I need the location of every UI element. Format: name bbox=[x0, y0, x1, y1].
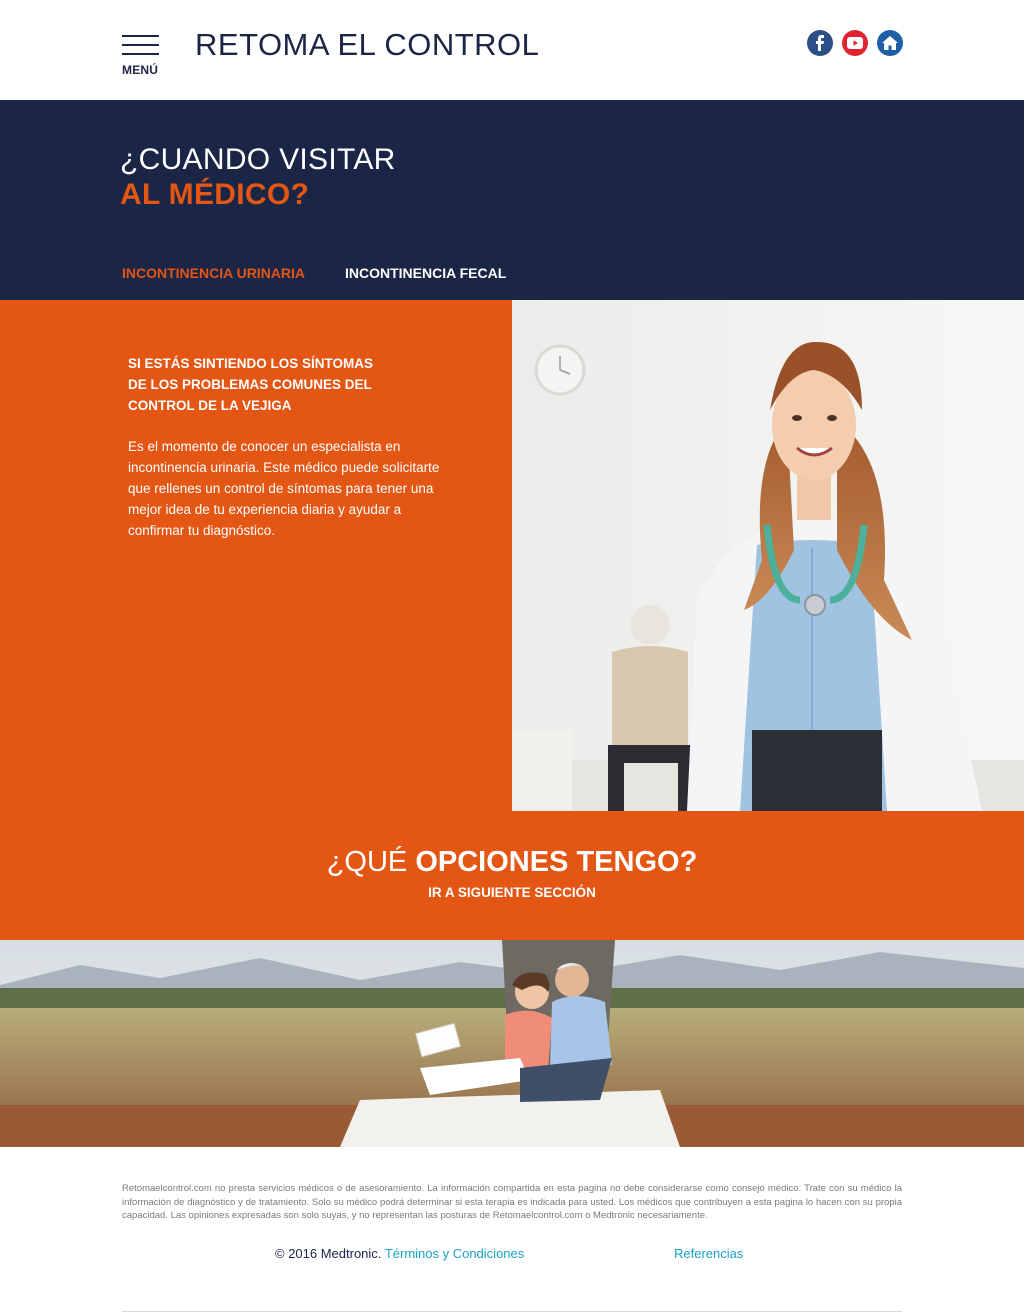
copyright-text: © 2016 Medtronic. bbox=[275, 1246, 382, 1261]
content-body: Es el momento de conocer un especialista… bbox=[128, 439, 440, 538]
menu-button[interactable]: MENÚ bbox=[122, 35, 160, 81]
disclaimer-text: Retomaelcontrol.com no presta servicios … bbox=[122, 1183, 902, 1221]
terms-link[interactable]: Términos y Condiciones bbox=[385, 1246, 524, 1261]
menu-label: MENÚ bbox=[122, 63, 159, 77]
home-icon[interactable] bbox=[877, 30, 903, 56]
heading-line: SI ESTÁS SINTIENDO LOS SÍNTOMAS bbox=[128, 356, 374, 371]
references-link[interactable]: Referencias bbox=[674, 1246, 743, 1261]
cta-title-light: ¿QUÉ bbox=[326, 846, 408, 878]
hamburger-line bbox=[122, 53, 159, 55]
facebook-icon[interactable] bbox=[807, 30, 833, 56]
next-section-title[interactable]: ¿QUÉ OPCIONES TENGO? bbox=[0, 846, 1024, 879]
next-section-link[interactable]: IR A SIGUIENTE SECCIÓN bbox=[0, 885, 1024, 900]
tab-incontinencia-fecal[interactable]: INCONTINENCIA FECAL bbox=[345, 265, 506, 281]
hamburger-icon bbox=[122, 35, 159, 37]
site-header: MENÚ RETOMA EL CONTROL bbox=[0, 0, 1024, 100]
tab-incontinencia-urinaria[interactable]: INCONTINENCIA URINARIA bbox=[122, 265, 305, 281]
page-title-line1: ¿CUANDO VISITAR bbox=[120, 143, 396, 176]
hamburger-line bbox=[122, 44, 159, 46]
youtube-icon[interactable] bbox=[842, 30, 868, 56]
footer-divider bbox=[122, 1311, 902, 1312]
heading-line: CONTROL DE LA VEJIGA bbox=[128, 398, 292, 413]
content-section: SI ESTÁS SINTIENDO LOS SÍNTOMAS DE LOS P… bbox=[0, 300, 1024, 940]
cta-title-bold: OPCIONES TENGO? bbox=[415, 846, 698, 878]
hero-section: ¿CUANDO VISITAR AL MÉDICO? INCONTINENCIA… bbox=[0, 100, 1024, 300]
couple-photo bbox=[0, 940, 1024, 1147]
doctor-photo bbox=[512, 300, 1024, 811]
heading-line: DE LOS PROBLEMAS COMUNES DEL bbox=[128, 377, 372, 392]
page-title-line2: AL MÉDICO? bbox=[120, 178, 310, 211]
footer-copyright: © 2016 Medtronic. Términos y Condiciones bbox=[275, 1246, 524, 1261]
content-heading: SI ESTÁS SINTIENDO LOS SÍNTOMAS DE LOS P… bbox=[128, 353, 428, 416]
site-title[interactable]: RETOMA EL CONTROL bbox=[195, 27, 539, 63]
